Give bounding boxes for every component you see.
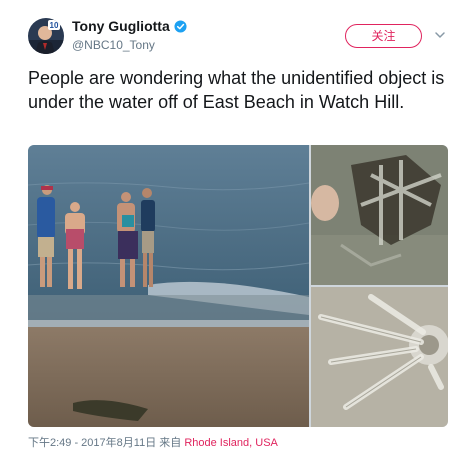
tweet-text: People are wondering what the unidentifi… — [28, 68, 445, 112]
tweet-location[interactable]: Rhode Island, USA — [184, 437, 278, 449]
avatar-image: 10 — [28, 18, 64, 54]
tweet-timestamp[interactable]: 下午2:49 - 2017年8月11日 — [28, 437, 156, 449]
author-handle[interactable]: @NBC10_Tony — [72, 38, 187, 52]
object-closeup-photo-1[interactable] — [311, 145, 448, 285]
verified-badge-icon — [174, 19, 187, 33]
author-info[interactable]: Tony Gugliotta @NBC10_Tony — [72, 18, 187, 52]
author-display-name[interactable]: Tony Gugliotta — [72, 18, 170, 34]
beach-photo[interactable] — [28, 145, 309, 427]
follow-button[interactable]: 关注 — [345, 24, 422, 48]
object-closeup-photo-2[interactable] — [311, 287, 448, 427]
tweet-meta: 下午2:49 - 2017年8月11日 来自 Rhode Island, USA — [28, 434, 278, 450]
source-prefix: 来自 — [159, 437, 182, 449]
avatar[interactable]: 10 — [28, 18, 64, 54]
media-grid — [28, 145, 448, 427]
avatar-badge: 10 — [50, 21, 59, 30]
chevron-down-icon[interactable] — [434, 30, 446, 40]
